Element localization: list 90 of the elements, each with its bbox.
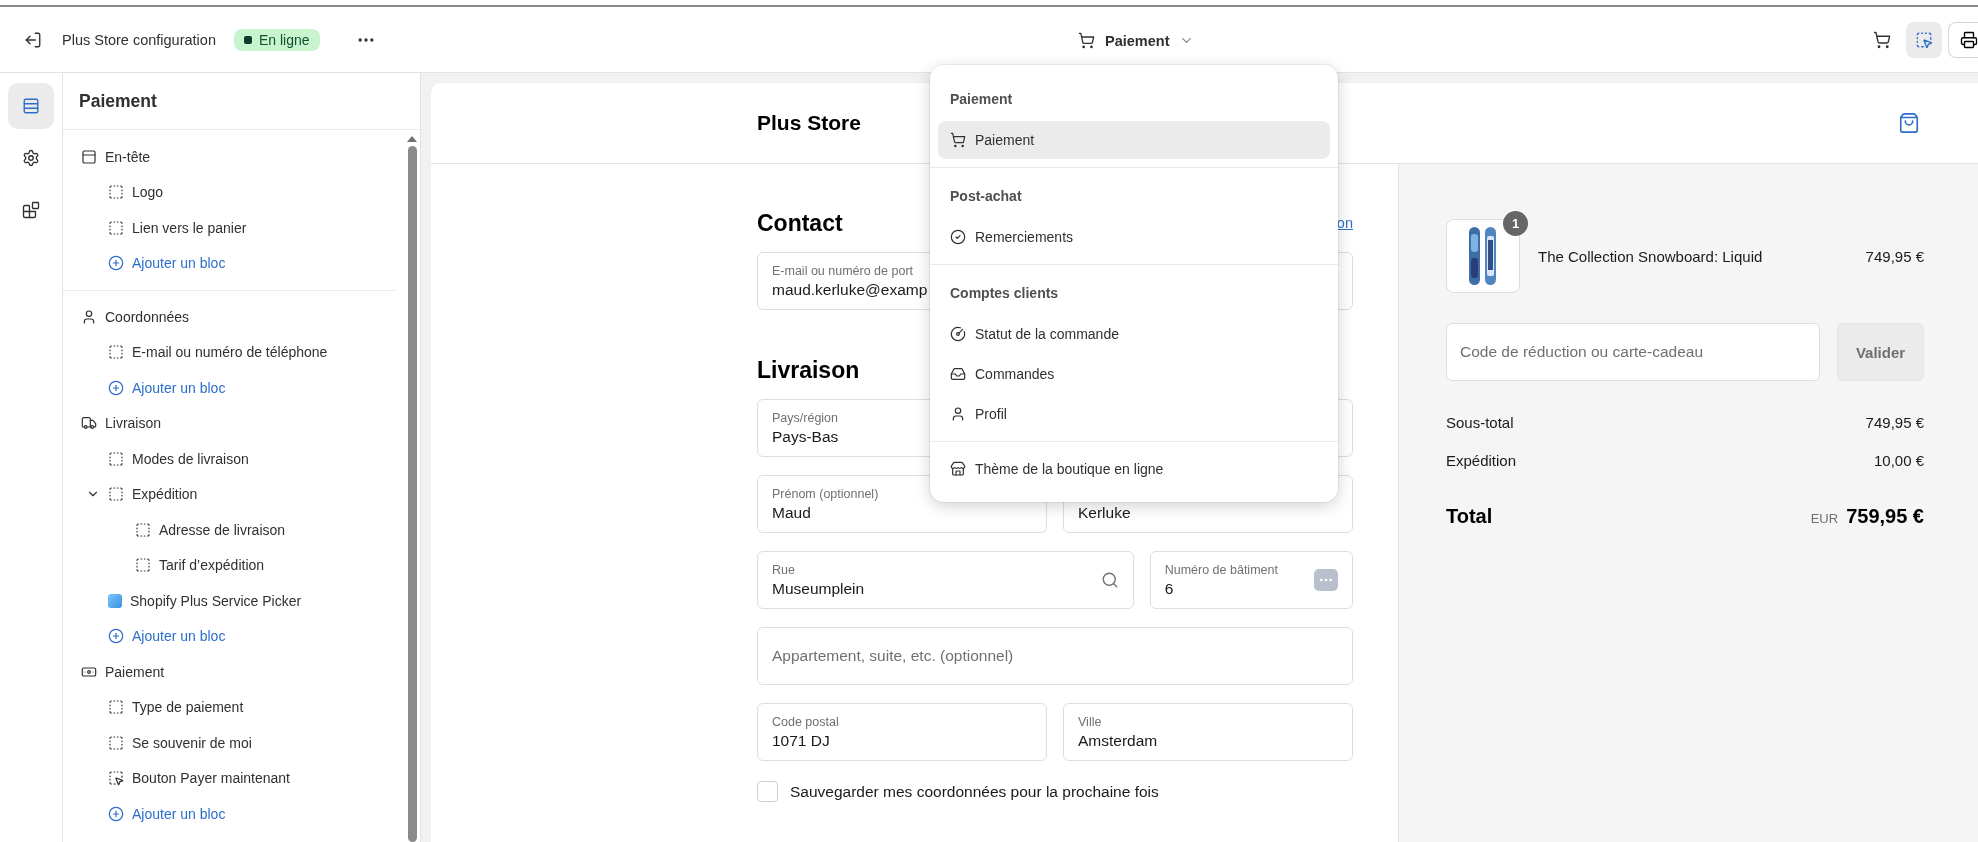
dashed-square-icon [108,184,124,201]
sidebar-item[interactable]: Se souvenir de moi [63,725,404,761]
add-icon [108,255,124,272]
store-config-title: Plus Store configuration [62,31,216,48]
status-badge: En ligne [233,28,320,51]
rows-icon [22,97,40,115]
summary-label: Sous-total [1446,413,1514,431]
page-selector[interactable]: Paiement [1070,26,1203,55]
sidebar-item[interactable]: Tarif d’expédition [63,547,404,583]
add-icon [108,628,124,645]
sidebar-section[interactable]: Coordonnées [63,299,404,335]
sidebar-section[interactable]: En-tête [63,139,404,175]
toolbar-button[interactable] [1948,21,1978,58]
discount-field[interactable]: Code de réduction ou carte-cadeau [1446,323,1820,381]
dashed-square-icon [108,344,124,361]
store-name: Plus Store [757,111,861,135]
search-icon[interactable] [1100,571,1119,589]
menu-item[interactable]: Remerciements [938,218,1330,256]
store-icon [950,461,966,477]
total-label: Total [1446,505,1493,528]
summary-value: 749,95 € [1865,413,1924,431]
summary-label: Expédition [1446,451,1517,469]
sidebar-section[interactable]: Livraison [63,405,404,441]
printer-icon [1960,30,1978,49]
sidebar-item[interactable]: Type de paiement [63,689,404,725]
dashed-square-icon [108,699,124,716]
add-block-link[interactable]: Ajouter un bloc [63,370,404,406]
apply-button[interactable]: Valider [1837,323,1924,381]
pointer-icon [108,770,124,787]
form-field[interactable]: Numéro de bâtiment 6 [1149,551,1353,609]
sidebar-item[interactable]: Modes de livraison [63,441,404,477]
pointer-select-icon [1915,30,1933,49]
add-icon [108,805,124,822]
form-field[interactable]: Appartement, suite, etc. (optionnel) [757,627,1353,685]
cart-icon [950,132,966,148]
menu-item[interactable]: Statut de la commande [938,315,1330,353]
scroll-up-icon[interactable] [407,136,417,142]
product-price: 749,95 € [1865,247,1924,265]
sidebar-item[interactable]: Lien vers le panier [63,210,404,246]
settings-icon [22,149,40,167]
bag-icon[interactable] [1898,112,1920,134]
dashed-square-icon [135,557,151,574]
person-icon [81,308,97,325]
currency-code: EUR [1810,511,1839,526]
add-icon [108,379,124,396]
section-heading: Livraison [757,356,860,384]
add-block-link[interactable]: Ajouter un bloc [63,245,404,281]
form-field[interactable]: Rue Museumplein [757,551,1134,609]
dashed-square-icon [108,219,124,236]
sidebar-title: Paiement [63,73,420,130]
dashed-square-icon [135,521,151,538]
form-field[interactable]: Code postal 1071 DJ [757,703,1047,761]
summary-value: 10,00 € [1873,451,1924,469]
inbox-icon [950,366,966,382]
cart-icon [1078,32,1095,49]
exit-icon[interactable] [24,30,42,49]
blocks-icon [22,201,40,219]
menu-group-title: Post-achat [949,187,1023,206]
sidebar-item[interactable]: E-mail ou numéro de téléphone [63,334,404,370]
total-value: 759,95 € [1846,505,1924,528]
app-icon [108,593,122,608]
dashed-square-icon [108,450,124,467]
sidebar-item[interactable]: Expédition [63,476,404,512]
add-block-link[interactable]: Ajouter un bloc [63,618,404,654]
cart-icon [1873,30,1891,49]
add-block-link[interactable]: Ajouter un bloc [63,796,404,832]
product-name: The Collection Snowboard: Liquid [1538,247,1764,265]
sidebar-section[interactable]: Paiement [63,654,404,690]
sidebar-item[interactable]: Adresse de livraison [63,512,404,548]
sidebar-item[interactable]: Bouton Payer maintenant [63,760,404,796]
form-field[interactable]: Ville Amsterdam [1063,703,1353,761]
section-heading: Contact [757,209,843,237]
sidebar-item[interactable]: Shopify Plus Service Picker [63,583,404,619]
gauge-icon [950,326,966,342]
checkbox-label: Sauvegarder mes coordonnées pour la prochaine fois [790,782,1159,801]
header-icon [81,148,97,165]
menu-group-title: Comptes clients [949,284,1060,303]
dashed-square-icon [108,486,124,503]
dashed-square-icon [108,734,124,751]
section-link[interactable]: on [1336,215,1353,231]
menu-group-title: Paiement [949,90,1014,109]
truck-icon [81,415,97,432]
menu-item[interactable]: Profil [938,395,1330,433]
check-circle-icon [950,229,966,245]
menu-item[interactable]: Paiement [938,121,1330,159]
checkbox[interactable] [757,781,778,802]
person-icon [950,406,966,422]
quantity-badge: 1 [1503,211,1528,236]
sidebar-item[interactable]: Logo [63,174,404,210]
menu-item[interactable]: Commandes [938,355,1330,393]
